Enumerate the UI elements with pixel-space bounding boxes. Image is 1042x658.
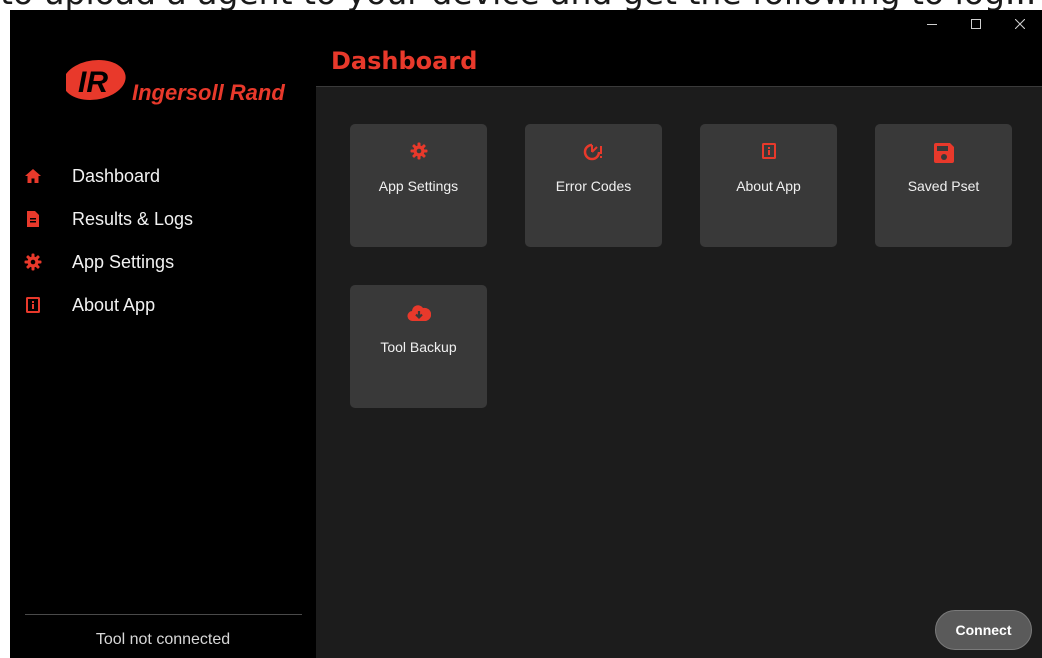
gear-icon (350, 142, 487, 164)
background-window-text: to upload a agent to your device and get… (0, 0, 1042, 10)
sidebar-item-results-logs[interactable]: Results & Logs (10, 198, 316, 241)
main-content: Dashboard App Settings Error Codes About… (316, 10, 1042, 658)
svg-text:Ingersoll Rand: Ingersoll Rand (132, 80, 285, 105)
maximize-icon (971, 16, 981, 34)
page-header: Dashboard (316, 40, 1042, 87)
tile-about-app[interactable]: About App (700, 124, 837, 247)
minimize-icon (927, 16, 937, 34)
sidebar-nav: Dashboard Results & Logs App Settings Ab… (10, 155, 316, 327)
tile-label: About App (736, 178, 801, 194)
connect-button[interactable]: Connect (935, 610, 1032, 650)
close-button[interactable] (998, 10, 1042, 40)
tile-label: App Settings (378, 178, 459, 194)
info-icon (24, 296, 42, 314)
info-icon (700, 142, 837, 164)
tile-saved-pset[interactable]: Saved Pset (875, 124, 1012, 247)
tile-error-codes[interactable]: Error Codes (525, 124, 662, 247)
sidebar-divider (25, 614, 302, 615)
close-icon (1014, 16, 1026, 34)
error-timer-icon (525, 142, 662, 164)
sidebar-item-dashboard[interactable]: Dashboard (10, 155, 316, 198)
cloud-download-icon (350, 303, 487, 325)
tile-tool-backup[interactable]: Tool Backup (350, 285, 487, 408)
tile-app-settings[interactable]: App Settings (350, 124, 487, 247)
title-bar (316, 10, 1042, 40)
sidebar-item-about-app[interactable]: About App (10, 284, 316, 327)
maximize-button[interactable] (954, 10, 998, 40)
sidebar: IR Ingersoll Rand Dashboard Results & Lo… (10, 10, 316, 658)
save-icon (875, 142, 1012, 164)
tile-label: Saved Pset (907, 178, 980, 194)
page-title: Dashboard (331, 47, 478, 75)
sidebar-item-label: Dashboard (72, 166, 161, 186)
ingersoll-rand-logo: IR Ingersoll Rand (66, 58, 296, 108)
sidebar-item-label: About App (72, 295, 156, 315)
file-icon (24, 210, 42, 228)
home-icon (24, 167, 42, 185)
tile-label: Tool Backup (380, 339, 457, 355)
tile-label: Error Codes (555, 178, 632, 194)
sidebar-item-label: Results & Logs (72, 209, 194, 229)
sidebar-item-app-settings[interactable]: App Settings (10, 241, 316, 284)
svg-text:IR: IR (78, 66, 108, 99)
gear-icon (24, 253, 42, 271)
sidebar-item-label: App Settings (72, 252, 175, 272)
connection-status: Tool not connected (95, 631, 231, 648)
minimize-button[interactable] (910, 10, 954, 40)
app-window: IR Ingersoll Rand Dashboard Results & Lo… (10, 10, 1042, 658)
